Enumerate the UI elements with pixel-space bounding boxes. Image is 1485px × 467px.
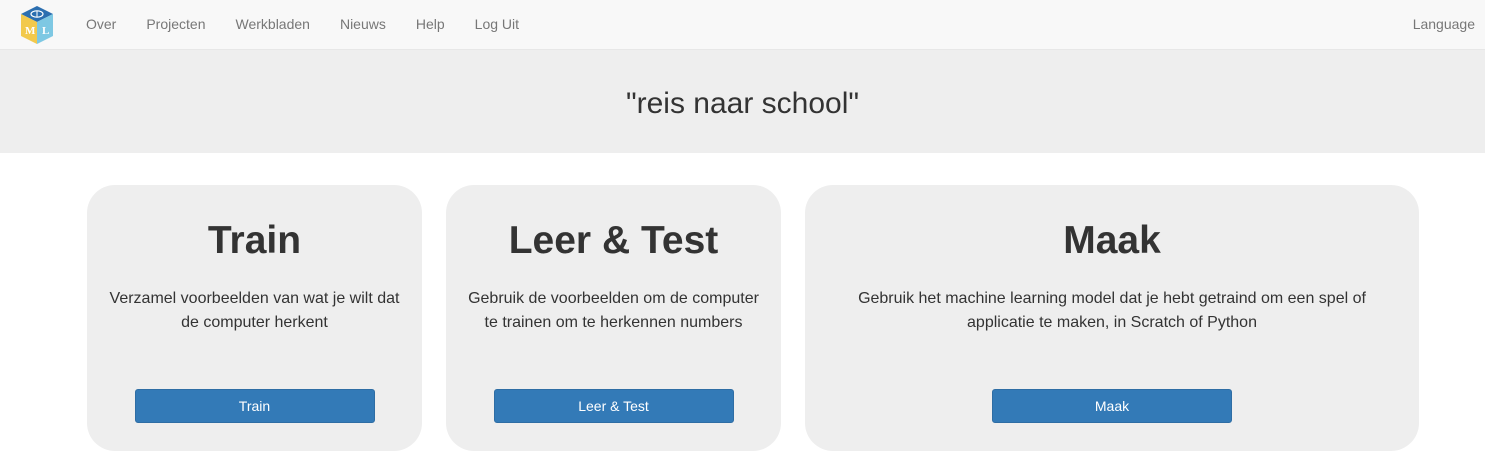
train-button[interactable]: Train (134, 389, 375, 423)
project-header: "reis naar school" (0, 50, 1485, 153)
learn-test-card: Leer & Test Gebruik de voorbeelden om de… (446, 185, 781, 451)
train-card-description: Verzamel voorbeelden van wat je wilt dat… (109, 290, 400, 331)
learn-test-card-heading: Leer & Test (508, 219, 719, 262)
nav-link-over[interactable]: Over (71, 0, 131, 49)
top-navbar: M L Over Projecten Werkbladen Nieuws Hel… (0, 0, 1485, 50)
nav-link-log-uit[interactable]: Log Uit (460, 0, 534, 49)
make-card-heading: Maak (1063, 219, 1161, 262)
nav-link-help[interactable]: Help (401, 0, 460, 49)
learn-test-button[interactable]: Leer & Test (493, 389, 734, 423)
make-card-description: Gebruik het machine learning model dat j… (858, 290, 1366, 331)
logo-letter-m: M (25, 25, 36, 37)
learn-test-card-description: Gebruik de voorbeelden om de computer te… (468, 290, 759, 331)
nav-link-projecten[interactable]: Projecten (131, 0, 220, 49)
nav-link-nieuws[interactable]: Nieuws (325, 0, 401, 49)
language-menu[interactable]: Language (1413, 0, 1475, 49)
nav-links: Over Projecten Werkbladen Nieuws Help Lo… (71, 0, 534, 49)
ml-logo-icon[interactable]: M L (18, 4, 56, 46)
train-card-heading: Train (207, 219, 302, 262)
page-title: "reis naar school" (625, 86, 860, 120)
make-card: Maak Gebruik het machine learning model … (805, 185, 1419, 451)
logo-letter-l: L (42, 25, 49, 37)
train-card: Train Verzamel voorbeelden van wat je wi… (87, 185, 422, 451)
make-button[interactable]: Maak (992, 389, 1232, 423)
nav-link-werkbladen[interactable]: Werkbladen (221, 0, 325, 49)
